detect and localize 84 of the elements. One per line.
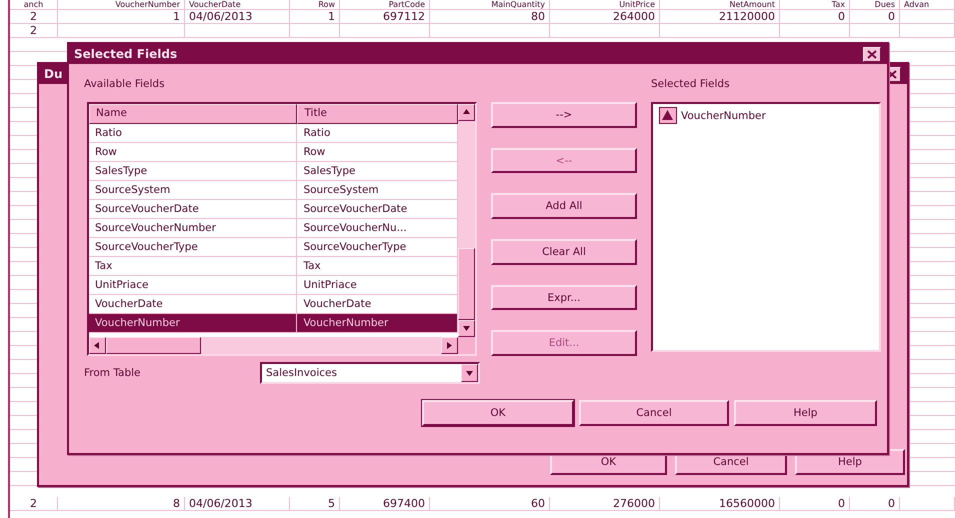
column-header: UnitPrice: [550, 0, 660, 9]
close-icon: [867, 50, 877, 58]
list-cell[interactable]: SourceVoucherType: [297, 238, 458, 257]
window-title: Du: [44, 67, 63, 81]
move-button[interactable]: Expr...: [491, 284, 637, 310]
scrollbar-corner: [458, 337, 475, 354]
list-cell[interactable]: SourceSystem: [89, 181, 298, 200]
list-cell[interactable]: SourceVoucherNumber: [89, 219, 298, 238]
list-cell[interactable]: Ratio: [297, 124, 458, 143]
list-cell[interactable]: Row: [89, 143, 298, 162]
move-button[interactable]: Clear All: [491, 239, 637, 265]
scroll-right-icon: [445, 341, 454, 350]
table-cell: 0: [780, 497, 850, 510]
vertical-scrollbar[interactable]: [458, 104, 475, 337]
scroll-down-icon: [462, 324, 471, 333]
table-cell: 21120000: [660, 10, 780, 23]
selected-fields-list[interactable]: VoucherNumber: [651, 102, 881, 352]
table-cell: 16560000: [660, 497, 780, 510]
list-cell[interactable]: Ratio: [89, 124, 298, 143]
table-cell: 264000: [550, 10, 660, 23]
dropdown-button[interactable]: [461, 364, 478, 382]
list-cell[interactable]: Row: [297, 143, 458, 162]
table-cell: 2: [10, 497, 58, 510]
table-cell: 04/06/2013: [185, 497, 290, 510]
window-title: Selected Fields: [74, 47, 178, 61]
table-cell: 1: [290, 10, 340, 23]
list-cell[interactable]: SourceVoucherDate: [297, 200, 458, 219]
list-cell[interactable]: Tax: [89, 257, 298, 276]
scroll-left-icon: [93, 341, 102, 350]
field-label: Selected Fields: [651, 78, 730, 90]
column-header: VoucherNumber: [58, 0, 185, 9]
column-header: Advan: [900, 0, 955, 9]
table-cell: 0: [850, 497, 900, 510]
list-cell[interactable]: SourceSystem: [297, 181, 458, 200]
column-header: MainQuantity: [430, 0, 550, 9]
list-cell[interactable]: SourceVoucherNu...: [297, 219, 458, 238]
close-button[interactable]: [863, 46, 881, 62]
caret-icon: [465, 368, 474, 378]
move-button[interactable]: Add All: [491, 193, 637, 220]
table-dropdown[interactable]: SalesInvoices: [260, 362, 480, 384]
column-header[interactable]: Title: [297, 104, 458, 124]
list-cell[interactable]: Tax: [297, 257, 458, 276]
fields-list[interactable]: [87, 102, 477, 356]
table-cell: 2: [10, 10, 58, 23]
dialog-button[interactable]: Help: [734, 400, 877, 426]
scroll-up-icon: [462, 108, 471, 117]
column-header: Row: [290, 0, 340, 9]
sort-up-icon[interactable]: [659, 107, 677, 124]
list-cell[interactable]: SourceVoucherDate: [89, 200, 298, 219]
column-header: Dues: [850, 0, 900, 9]
list-cell[interactable]: VoucherDate: [89, 295, 298, 314]
list-cell[interactable]: VoucherNumber: [297, 314, 458, 333]
list-cell[interactable]: VoucherDate: [297, 295, 458, 314]
move-button[interactable]: -->: [491, 102, 637, 128]
column-header: anch: [10, 0, 58, 9]
column-header[interactable]: Name: [89, 104, 298, 124]
table-cell: 8: [58, 497, 185, 510]
table-cell: 1: [58, 10, 185, 23]
table-cell: 276000: [550, 497, 660, 510]
column-header: NetAmount: [660, 0, 780, 9]
table-cell: 697112: [340, 10, 430, 23]
table-cell: 80: [430, 10, 550, 23]
horizontal-scrollbar[interactable]: [89, 337, 458, 354]
column-header: Tax: [780, 0, 850, 9]
list-cell[interactable]: UnitPriace: [297, 276, 458, 295]
table-cell: 2: [10, 24, 58, 37]
table-cell: 0: [850, 10, 900, 23]
table-cell: 04/06/2013: [185, 10, 290, 23]
list-cell[interactable]: SalesType: [89, 162, 298, 181]
list-cell[interactable]: UnitPriace: [89, 276, 298, 295]
dialog-button[interactable]: Cancel: [579, 400, 729, 426]
table-cell: 60: [430, 497, 550, 510]
field-label: From Table: [84, 367, 142, 379]
list-item[interactable]: VoucherNumber: [681, 110, 766, 122]
column-header: VoucherDate: [185, 0, 290, 9]
dialog-button[interactable]: OK: [422, 400, 574, 426]
table-cell: 697400: [340, 497, 430, 510]
table-cell: 0: [780, 10, 850, 23]
table-cell: 5: [290, 497, 340, 510]
column-header: PartCode: [340, 0, 430, 9]
list-cell[interactable]: SalesType: [297, 162, 458, 181]
field-label: Available Fields: [84, 78, 165, 90]
list-cell[interactable]: VoucherNumber: [89, 314, 298, 333]
list-cell[interactable]: SourceVoucherType: [89, 238, 298, 257]
